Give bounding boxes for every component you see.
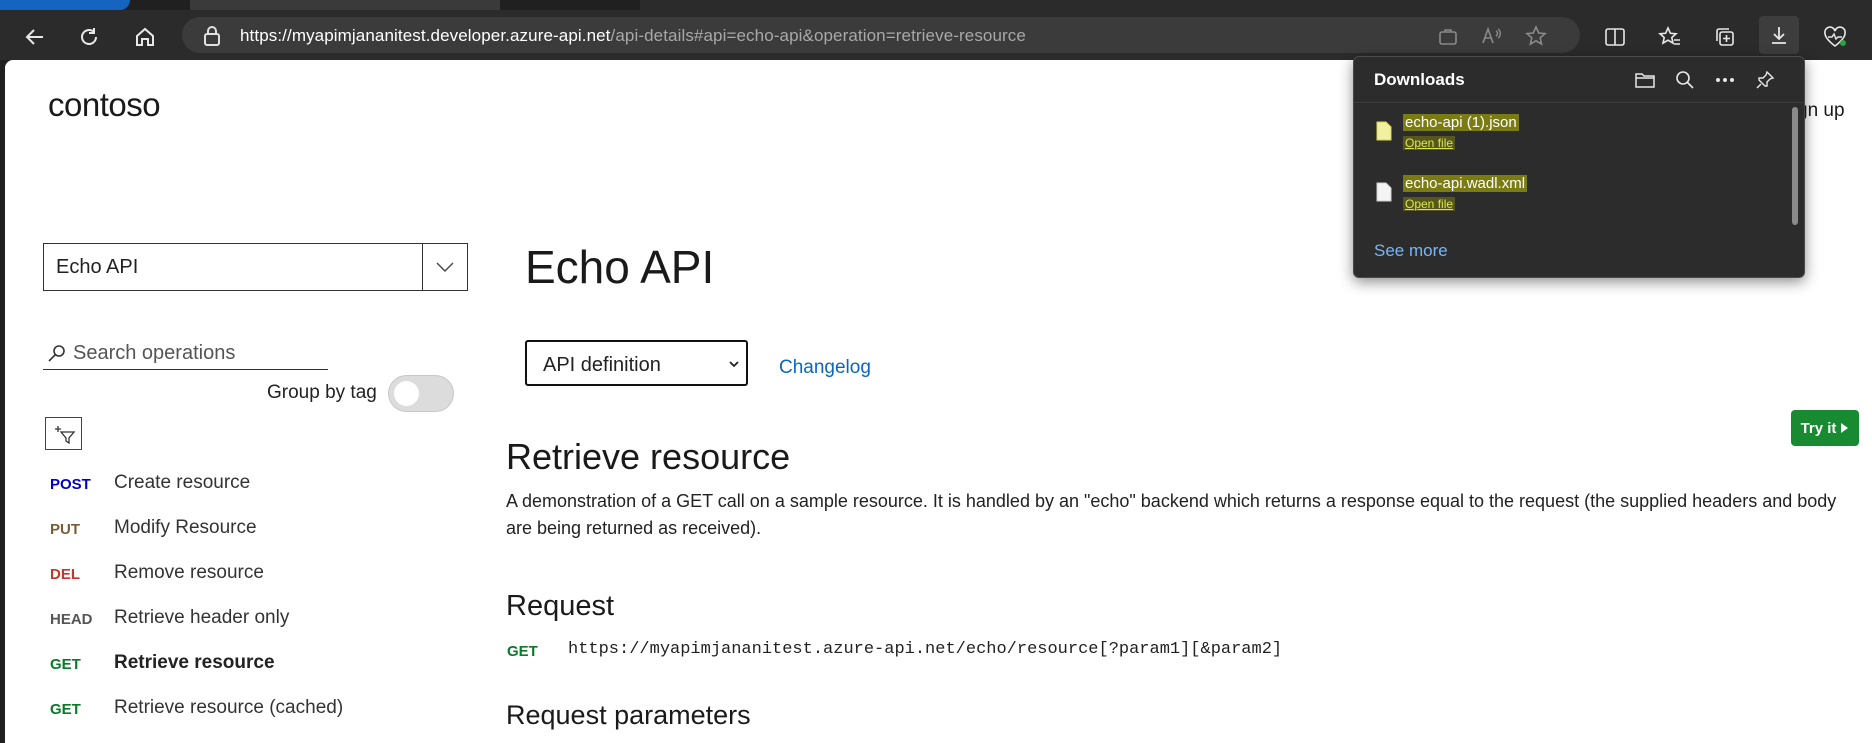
method-badge: GET	[50, 656, 81, 673]
downloads-icon[interactable]	[1759, 16, 1799, 54]
favorites-list-icon[interactable]	[1655, 22, 1685, 52]
operation-description: A demonstration of a GET call on a sampl…	[506, 491, 1837, 538]
download-item[interactable]: echo-api (1).json Open file	[1354, 105, 1784, 165]
group-by-tag-toggle[interactable]	[388, 375, 454, 412]
open-file-link[interactable]: Open file	[1403, 197, 1456, 211]
operation-name: Retrieve resource	[114, 652, 275, 673]
operations-list: POST Create resource PUT Modify Resource…	[50, 462, 470, 732]
request-method: GET	[507, 643, 538, 660]
back-icon[interactable]	[20, 22, 50, 52]
file-icon	[1376, 121, 1392, 146]
url-text[interactable]: https://myapimjananitest.developer.azure…	[240, 26, 1026, 46]
downloads-header: Downloads	[1354, 57, 1804, 103]
method-badge: POST	[50, 476, 91, 493]
list-item[interactable]: GET Retrieve resource (cached)	[50, 687, 470, 732]
pin-icon[interactable]	[1752, 67, 1778, 93]
download-file-name: echo-api.wadl.xml	[1403, 175, 1528, 192]
browser-essentials-icon[interactable]	[1820, 22, 1850, 52]
try-it-label: Try it	[1800, 419, 1837, 437]
list-item[interactable]: PUT Modify Resource	[50, 507, 470, 552]
operation-name: Modify Resource	[114, 517, 257, 538]
list-item[interactable]: HEAD Retrieve header only	[50, 597, 470, 642]
chevron-down-icon	[728, 356, 740, 374]
downloads-title: Downloads	[1374, 70, 1465, 89]
open-file-link[interactable]: Open file	[1403, 136, 1456, 150]
request-url: https://myapimjananitest.azure-api.net/e…	[568, 640, 1283, 659]
download-item[interactable]: echo-api.wadl.xml Open file	[1354, 166, 1784, 226]
group-by-tag-label: Group by tag	[267, 382, 377, 403]
list-item-selected[interactable]: GET Retrieve resource	[50, 642, 470, 687]
search-icon	[47, 344, 67, 369]
site-logo[interactable]: contoso	[48, 86, 161, 124]
tab-strip-background	[640, 0, 1872, 10]
browser-tab-active[interactable]	[190, 0, 500, 10]
add-filter-button[interactable]	[45, 417, 82, 450]
api-definition-value: API definition	[543, 354, 661, 376]
api-title: Echo API	[525, 241, 715, 293]
operation-name: Create resource	[114, 472, 251, 493]
operation-name: Retrieve header only	[114, 607, 290, 628]
operation-name: Remove resource	[114, 562, 264, 583]
downloads-scrollbar[interactable]	[1792, 107, 1798, 225]
download-file-name: echo-api (1).json	[1403, 114, 1519, 131]
browser-tab[interactable]	[0, 0, 130, 10]
api-select-value: Echo API	[56, 256, 139, 278]
method-badge: HEAD	[50, 611, 93, 628]
refresh-icon[interactable]	[74, 22, 104, 52]
toggle-knob	[394, 381, 419, 406]
split-screen-icon[interactable]	[1600, 22, 1630, 52]
operation-name: Retrieve resource (cached)	[114, 697, 344, 718]
operation-title: Retrieve resource	[506, 436, 791, 477]
api-select[interactable]: Echo API	[43, 243, 468, 291]
browser-toolbar: https://myapimjananitest.developer.azure…	[0, 10, 1872, 60]
more-options-icon[interactable]	[1712, 67, 1738, 93]
read-aloud-icon[interactable]	[1480, 24, 1504, 48]
changelog-link[interactable]: Changelog	[779, 357, 871, 379]
request-parameters-heading: Request parameters	[506, 700, 751, 730]
collections-icon[interactable]	[1710, 22, 1740, 52]
search-icon[interactable]	[1672, 67, 1698, 93]
method-badge: PUT	[50, 521, 80, 538]
favorite-star-icon[interactable]	[1524, 24, 1548, 48]
search-input[interactable]	[73, 342, 323, 365]
downloads-panel: Downloads echo-api (1).json Open file ec…	[1353, 56, 1805, 278]
list-item[interactable]: POST Create resource	[50, 462, 470, 507]
list-item[interactable]: DEL Remove resource	[50, 552, 470, 597]
see-more-link[interactable]: See more	[1374, 241, 1448, 261]
folder-icon[interactable]	[1632, 67, 1658, 93]
chevron-down-icon[interactable]	[422, 244, 467, 290]
request-heading: Request	[506, 590, 615, 622]
method-badge: DEL	[50, 566, 80, 583]
tab-strip	[0, 0, 1872, 10]
home-icon[interactable]	[130, 22, 160, 52]
method-badge: GET	[50, 701, 81, 718]
lock-icon[interactable]	[200, 24, 224, 48]
try-it-button[interactable]: Try it	[1791, 410, 1859, 446]
shopping-bag-icon[interactable]	[1436, 24, 1460, 48]
address-bar[interactable]: https://myapimjananitest.developer.azure…	[182, 17, 1580, 53]
api-definition-select[interactable]: API definition	[525, 340, 748, 386]
play-icon	[1841, 423, 1849, 433]
filter-icon	[54, 425, 75, 444]
search-operations	[43, 340, 328, 370]
file-icon	[1376, 182, 1392, 207]
